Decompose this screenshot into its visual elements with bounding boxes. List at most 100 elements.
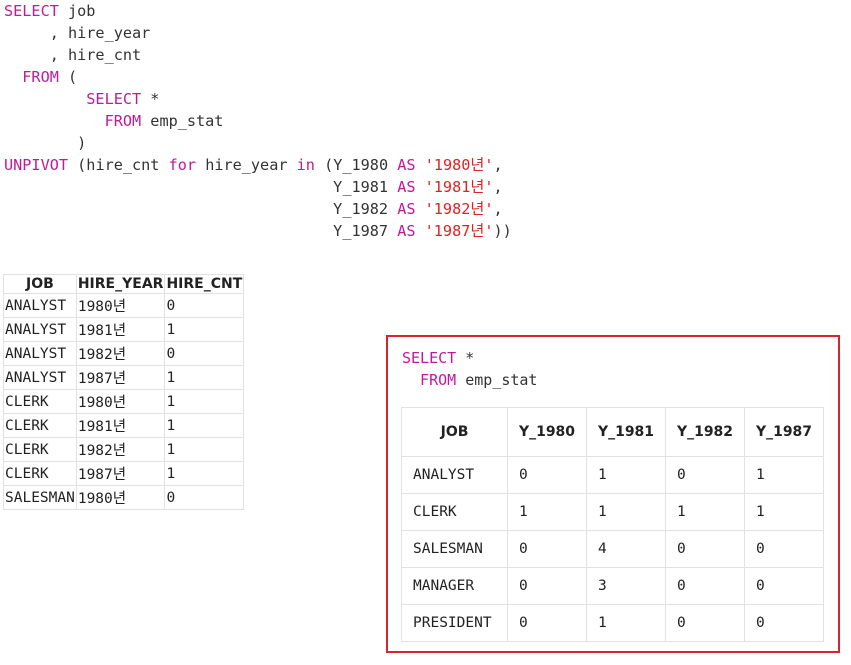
- table-cell: 1980년: [75, 293, 166, 318]
- table-row: SALESMAN 1980년 0: [3, 485, 245, 510]
- table-cell: CLERK: [3, 389, 77, 414]
- table-row: ANALYST 1982년 0: [3, 341, 245, 366]
- code-text: , hire_cnt: [4, 46, 142, 64]
- string-literal: '1982년': [424, 200, 494, 218]
- unpivot-result-table: JOB HIRE_YEAR HIRE_CNT ANALYST 1980년 0 ANA…: [3, 274, 245, 510]
- string-literal: '1987년': [424, 222, 494, 240]
- code-text: emp_stat: [141, 112, 224, 130]
- keyword: AS: [397, 156, 416, 174]
- table-row: CLERK 1980년 1: [3, 389, 245, 414]
- code-text: *: [141, 90, 160, 108]
- table-cell: 0: [507, 567, 587, 605]
- table-cell: CLERK: [401, 493, 508, 531]
- string-literal: '1981년': [424, 178, 494, 196]
- code-text: , hire_year: [4, 24, 151, 42]
- table-header-row: JOB Y_1980 Y_1981 Y_1982 Y_1987: [401, 407, 824, 457]
- table-cell: 1982년: [75, 437, 166, 462]
- table-cell: 0: [164, 293, 245, 318]
- table-cell: 1987년: [75, 461, 166, 486]
- emp-stat-table: JOB Y_1980 Y_1981 Y_1982 Y_1987 ANALYST 0…: [401, 407, 824, 642]
- code-text: *: [456, 349, 475, 367]
- table-header-row: JOB HIRE_YEAR HIRE_CNT: [3, 274, 245, 294]
- column-header-y-1987: Y_1987: [744, 407, 824, 457]
- code-text: emp_stat: [456, 371, 538, 389]
- table-cell: PRESIDENT: [401, 604, 508, 642]
- table-cell: 1980년: [75, 389, 166, 414]
- keyword: in: [296, 156, 315, 174]
- table-row: CLERK 1 1 1 1: [401, 493, 824, 531]
- table-cell: ANALYST: [3, 293, 77, 318]
- highlighted-source-panel: SELECT * FROM emp_stat JOB Y_1980 Y_1981…: [386, 335, 840, 653]
- code-text: ,: [493, 200, 503, 218]
- keyword: for: [168, 156, 197, 174]
- keyword: SELECT: [4, 2, 59, 20]
- keyword: FROM: [4, 68, 59, 86]
- table-cell: 1: [744, 493, 824, 531]
- keyword: AS: [397, 222, 416, 240]
- table-cell: 1: [164, 389, 245, 414]
- code-text: )): [493, 222, 512, 240]
- code-text: Y_1982: [4, 200, 398, 218]
- table-cell: CLERK: [3, 437, 77, 462]
- table-row: PRESIDENT 0 1 0 0: [401, 604, 824, 642]
- table-cell: 0: [665, 456, 745, 494]
- table-cell: 1: [164, 317, 245, 342]
- table-row: CLERK 1981년 1: [3, 413, 245, 438]
- table-row: CLERK 1987년 1: [3, 461, 245, 486]
- table-cell: 1: [586, 604, 666, 642]
- table-cell: 0: [507, 604, 587, 642]
- table-cell: 0: [665, 567, 745, 605]
- table-row: ANALYST 0 1 0 1: [401, 456, 824, 494]
- keyword: AS: [397, 200, 416, 218]
- keyword: SELECT: [4, 90, 142, 108]
- table-cell: 3: [586, 567, 666, 605]
- table-row: CLERK 1982년 1: [3, 437, 245, 462]
- table-cell: ANALYST: [3, 317, 77, 342]
- table-row: ANALYST 1981년 1: [3, 317, 245, 342]
- column-header-hire-cnt: HIRE_CNT: [164, 274, 245, 294]
- keyword: SELECT: [402, 349, 457, 367]
- column-header-y-1980: Y_1980: [507, 407, 587, 457]
- column-header-y-1982: Y_1982: [665, 407, 745, 457]
- column-header-hire-year: HIRE_YEAR: [75, 274, 166, 294]
- unpivot-result-table-container: JOB HIRE_YEAR HIRE_CNT ANALYST 1980년 0 ANA…: [0, 274, 330, 638]
- table-cell: 0: [744, 604, 824, 642]
- table-cell: 1: [164, 413, 245, 438]
- table-cell: ANALYST: [401, 456, 508, 494]
- table-cell: 0: [665, 604, 745, 642]
- table-cell: 1: [507, 493, 587, 531]
- table-cell: 1: [665, 493, 745, 531]
- table-cell: SALESMAN: [401, 530, 508, 568]
- table-cell: SALESMAN: [3, 485, 77, 510]
- table-cell: 1: [586, 493, 666, 531]
- table-cell: 0: [744, 567, 824, 605]
- code-text: ,: [493, 178, 503, 196]
- select-emp-stat-code: SELECT * FROM emp_stat: [402, 347, 537, 391]
- table-cell: ANALYST: [3, 365, 77, 390]
- table-cell: 1981년: [75, 413, 166, 438]
- table-row: ANALYST 1980년 0: [3, 293, 245, 318]
- table-cell: 1: [164, 461, 245, 486]
- table-cell: 1: [586, 456, 666, 494]
- keyword: FROM: [4, 112, 142, 130]
- code-text: (: [58, 68, 78, 86]
- table-cell: MANAGER: [401, 567, 508, 605]
- table-row: ANALYST 1987년 1: [3, 365, 245, 390]
- table-cell: 0: [507, 530, 587, 568]
- code-text: Y_1981: [4, 178, 398, 196]
- table-cell: 1: [744, 456, 824, 494]
- table-cell: 0: [164, 341, 245, 366]
- column-header-job: JOB: [401, 407, 508, 457]
- code-text: (Y_1980: [314, 156, 398, 174]
- code-text: job: [58, 2, 96, 20]
- column-header-y-1981: Y_1981: [586, 407, 666, 457]
- table-row: SALESMAN 0 4 0 0: [401, 530, 824, 568]
- table-cell: 1980년: [75, 485, 166, 510]
- table-cell: 1982년: [75, 341, 166, 366]
- code-text: (hire_cnt: [68, 156, 169, 174]
- column-header-job: JOB: [3, 274, 77, 294]
- unpivot-query-code: SELECT job , hire_year , hire_cnt FROM (…: [4, 0, 512, 242]
- table-cell: ANALYST: [3, 341, 77, 366]
- code-text: ,: [493, 156, 503, 174]
- string-literal: '1980년': [424, 156, 494, 174]
